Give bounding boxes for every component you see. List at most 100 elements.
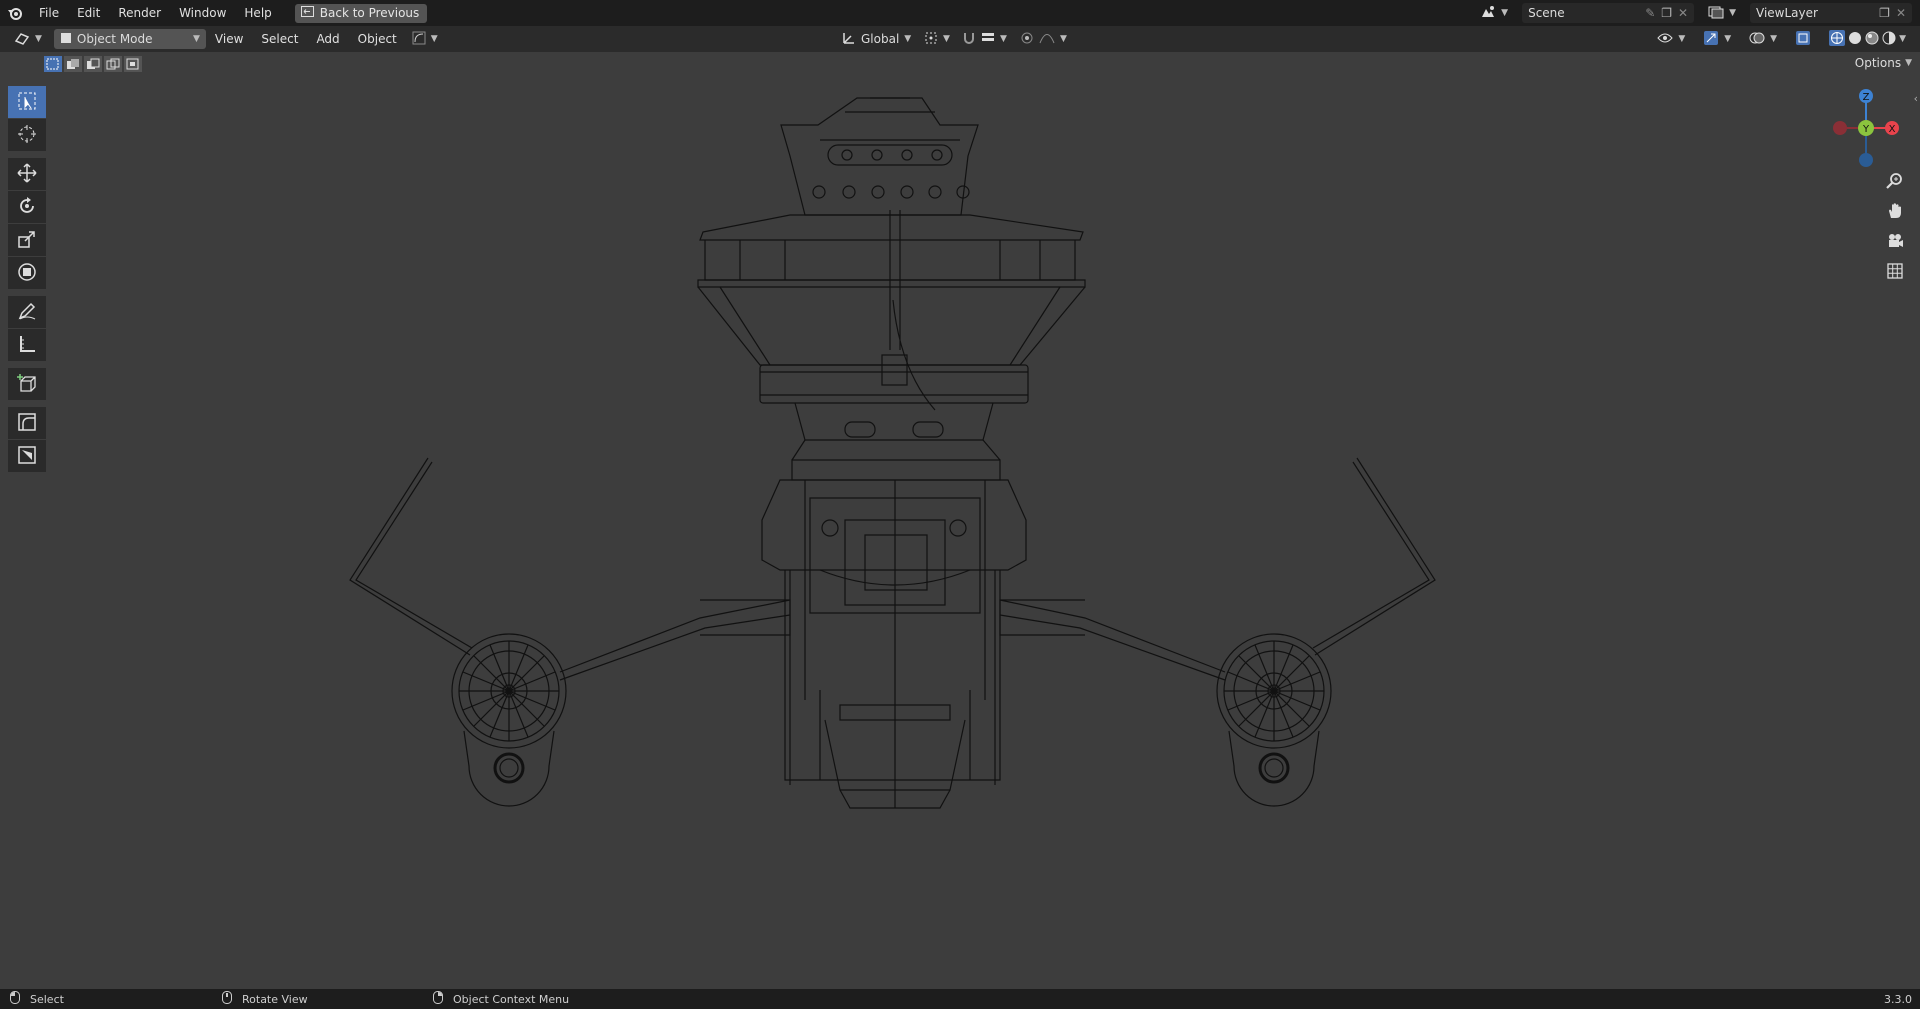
select-extend-icon[interactable] (64, 56, 82, 75)
scene-selector-button[interactable]: ▼ (1474, 3, 1514, 23)
scene-icon (1480, 5, 1496, 22)
xray-toggle[interactable] (1789, 29, 1817, 49)
snap-toggle[interactable]: ▼ (956, 29, 1013, 49)
gizmo-toggle[interactable]: ▼ (1697, 29, 1737, 49)
status-bar: Select Rotate View Object Context Menu 3… (0, 989, 1920, 1009)
menu-help[interactable]: Help (235, 0, 280, 26)
mouse-middle-icon (222, 991, 232, 1007)
new-scene-icon[interactable]: ❐ (1661, 6, 1672, 20)
z-axis-label: Z (1863, 92, 1870, 103)
cursor-icon (17, 124, 37, 147)
new-view-layer-icon[interactable]: ❐ (1879, 6, 1890, 20)
sidebar-toggle-icon[interactable]: ‹ (1914, 92, 1918, 105)
orientation-label: Global (861, 32, 900, 46)
scale-icon (17, 229, 37, 252)
view-layer-selector-button[interactable]: ▼ (1702, 3, 1742, 23)
cursor-tool[interactable] (8, 119, 46, 151)
3d-viewport-icon (14, 31, 30, 48)
knife-tool[interactable] (8, 440, 46, 472)
wireframe-model (349, 97, 1436, 809)
camera-view-button[interactable] (1882, 230, 1908, 254)
ortho-toggle-button[interactable] (1882, 260, 1908, 284)
menu-view[interactable]: View (206, 26, 252, 52)
add-cube-tool[interactable] (8, 368, 46, 400)
falloff-icon (1039, 32, 1055, 47)
snap-increment-icon (981, 32, 995, 47)
chevron-down-icon: ▼ (1770, 34, 1778, 44)
options-dropdown[interactable]: Options ▼ (1855, 56, 1912, 70)
navigation-controls (1882, 170, 1908, 284)
close-icon[interactable]: ✕ (1678, 6, 1688, 20)
camera-icon (1886, 232, 1904, 253)
back-icon (300, 6, 314, 20)
select-box-icon (17, 91, 37, 114)
overlays-icon (1749, 31, 1765, 48)
mouse-left-icon (10, 991, 20, 1007)
menu-file[interactable]: File (30, 0, 68, 26)
scene-field[interactable]: Scene ✎ ❐ ✕ (1522, 3, 1695, 23)
transform-tool[interactable] (8, 257, 46, 289)
back-to-previous-button[interactable]: Back to Previous (294, 3, 428, 23)
menu-window[interactable]: Window (170, 0, 235, 26)
hand-icon (1886, 202, 1904, 223)
select-new-icon[interactable] (44, 56, 62, 75)
transform-orientation-dropdown[interactable]: Global ▼ (836, 29, 917, 49)
scale-tool[interactable] (8, 224, 46, 256)
move-tool[interactable] (8, 158, 46, 190)
chevron-down-icon: ▼ (1000, 34, 1007, 44)
overlays-toggle[interactable]: ▼ (1743, 29, 1783, 49)
blender-logo-icon[interactable] (0, 5, 30, 21)
selection-mode-group (44, 56, 142, 75)
extrude-tool[interactable] (8, 407, 46, 439)
pivot-icon (924, 31, 938, 48)
axis-gizmo[interactable]: Z X Y (1826, 86, 1910, 170)
material-shading-icon[interactable] (1865, 31, 1879, 48)
object-mode-icon (60, 32, 72, 47)
chevron-down-icon: ▼ (35, 34, 42, 44)
left-rotor (451, 633, 567, 807)
zoom-button[interactable] (1882, 170, 1908, 194)
knife-icon (17, 445, 37, 468)
measure-tool[interactable] (8, 329, 46, 361)
wireframe-shading-icon[interactable] (1829, 29, 1846, 49)
chevron-down-icon: ▼ (1899, 34, 1906, 44)
chevron-down-icon: ▼ (904, 34, 912, 44)
menu-select[interactable]: Select (252, 26, 307, 52)
pin-icon[interactable]: ✎ (1645, 6, 1655, 20)
visibility-dropdown[interactable]: ▼ (1651, 29, 1691, 49)
status-select-label: Select (30, 992, 64, 1006)
gizmo-icon (1703, 30, 1719, 49)
viewport-header: ▼ Object Mode ▼ View Select Add Object ▼… (0, 26, 1920, 52)
chevron-down-icon: ▼ (1678, 34, 1686, 44)
view-layer-field[interactable]: ViewLayer ❐ ✕ (1750, 3, 1912, 23)
magnet-icon (962, 31, 976, 48)
object-extra-dropdown[interactable]: ▼ (406, 29, 444, 49)
rendered-shading-icon[interactable] (1882, 31, 1896, 48)
select-subtract-icon[interactable] (84, 56, 102, 75)
menu-edit[interactable]: Edit (68, 0, 109, 26)
neg-z-axis-handle[interactable] (1859, 153, 1873, 167)
menu-object[interactable]: Object (349, 26, 406, 52)
menu-render[interactable]: Render (109, 0, 170, 26)
orientation-icon (842, 31, 856, 48)
select-box-tool[interactable] (8, 86, 46, 118)
pan-button[interactable] (1882, 200, 1908, 224)
menu-add[interactable]: Add (307, 26, 348, 52)
chevron-down-icon: ▼ (1724, 34, 1732, 44)
select-intersect-icon[interactable] (124, 56, 142, 75)
proportional-editing-toggle[interactable]: ▼ (1014, 29, 1073, 49)
chevron-down-icon: ▼ (1905, 58, 1912, 68)
object-mode-dropdown[interactable]: Object Mode ▼ (53, 29, 206, 49)
close-icon[interactable]: ✕ (1896, 6, 1906, 20)
shading-mode-group[interactable]: ▼ (1823, 29, 1912, 49)
rotate-tool[interactable] (8, 191, 46, 223)
editor-type-button[interactable]: ▼ (8, 29, 48, 49)
select-invert-icon[interactable] (104, 56, 122, 75)
solid-shading-icon[interactable] (1848, 31, 1862, 48)
3d-viewport[interactable] (0, 78, 1920, 989)
eye-icon (1657, 32, 1673, 47)
annotate-tool[interactable] (8, 296, 46, 328)
version-label: 3.3.0 (1884, 992, 1912, 1006)
pivot-point-dropdown[interactable]: ▼ (918, 29, 956, 49)
neg-x-axis-handle[interactable] (1833, 121, 1847, 135)
